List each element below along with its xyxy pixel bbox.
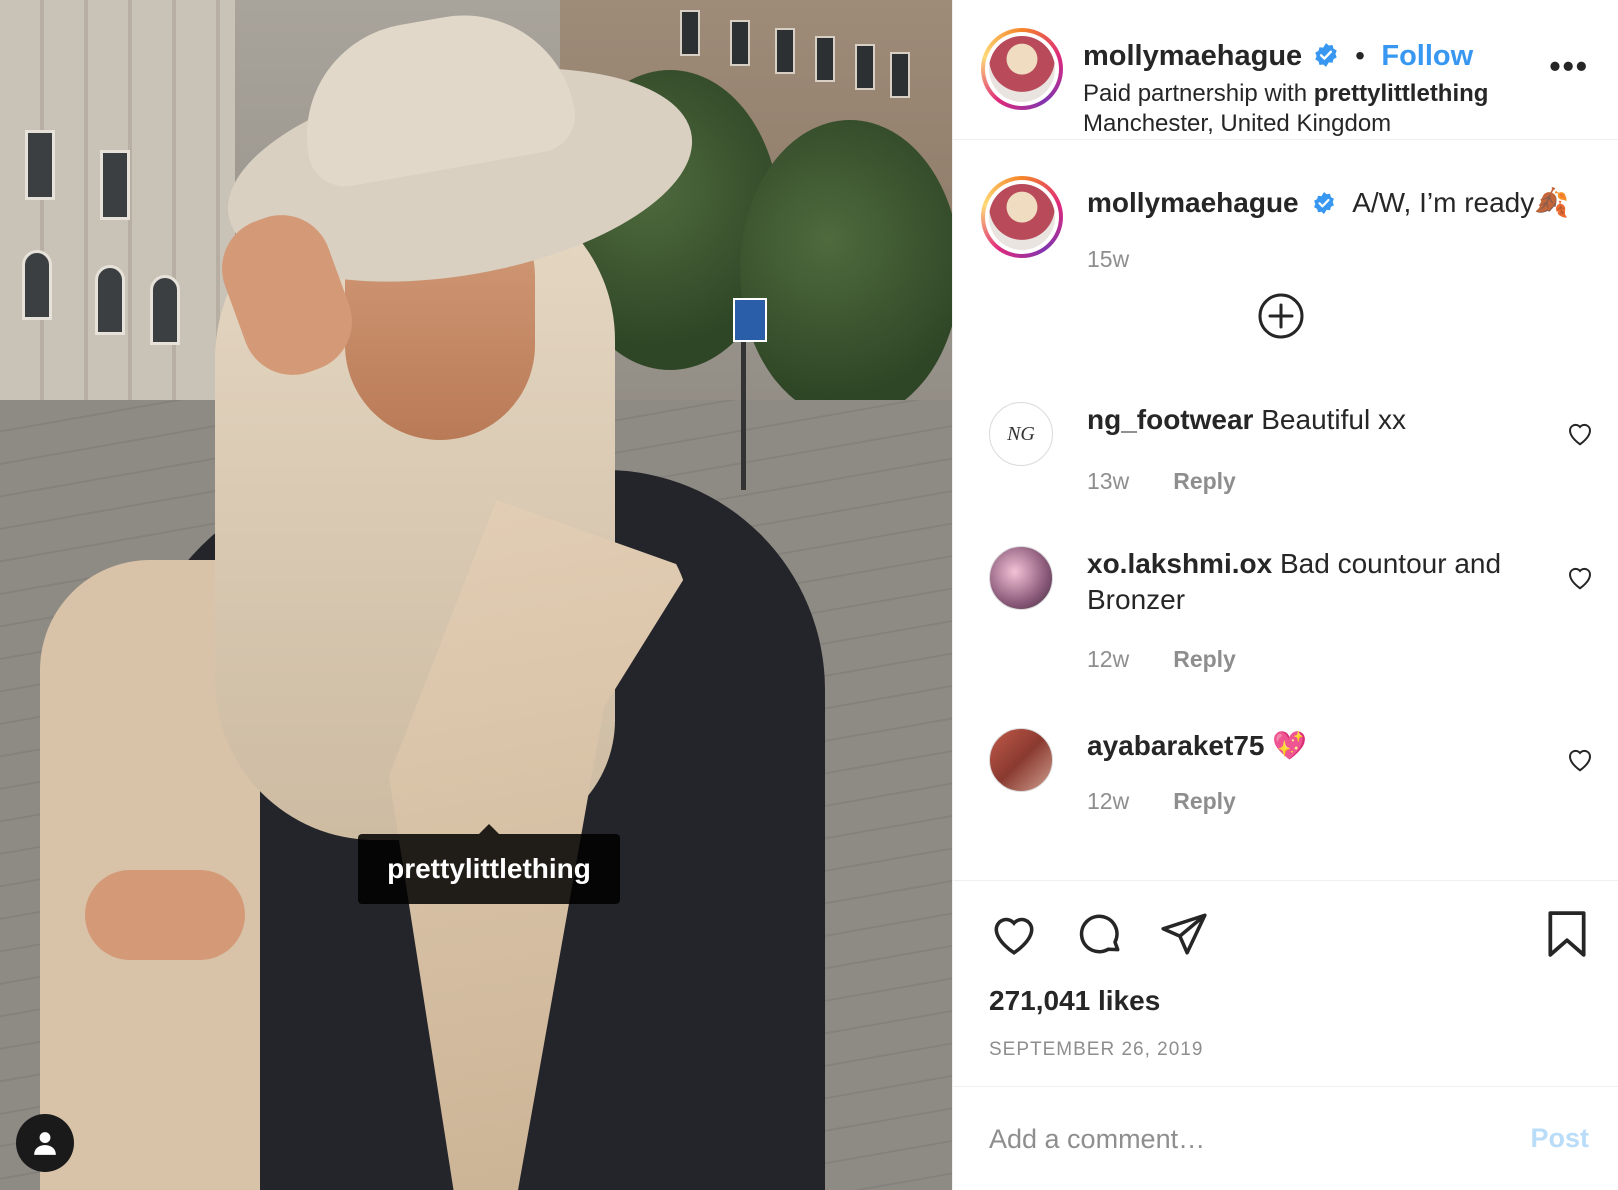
commenter-avatar[interactable] xyxy=(989,546,1053,610)
product-tag[interactable]: prettylittlething xyxy=(358,824,620,904)
sign-pole xyxy=(741,340,746,490)
comment-age: 12w xyxy=(1087,646,1130,672)
author-username[interactable]: mollymaehague xyxy=(1083,40,1302,72)
tree xyxy=(740,120,952,420)
verified-badge-icon xyxy=(1314,43,1337,67)
comment-username[interactable]: ng_footwear xyxy=(1087,404,1253,435)
reply-button[interactable]: Reply xyxy=(1173,788,1236,814)
comment-meta: 12w Reply xyxy=(1087,646,1236,673)
author-avatar[interactable] xyxy=(981,28,1063,110)
like-comment-heart-icon[interactable] xyxy=(1565,562,1595,592)
background-building-left xyxy=(0,0,235,400)
location-link[interactable]: Manchester, United Kingdom xyxy=(1083,110,1391,138)
tagged-users-button[interactable] xyxy=(16,1114,74,1172)
bookmark-icon[interactable] xyxy=(1545,909,1589,959)
load-more-comments-button[interactable] xyxy=(1257,292,1305,340)
comment-age: 13w xyxy=(1087,468,1130,494)
comment-text-line: ng_footwear Beautiful xx xyxy=(1087,402,1537,438)
comment-text: 💖 xyxy=(1272,730,1308,761)
caption-author-avatar[interactable] xyxy=(981,176,1063,258)
comment-username[interactable]: xo.lakshmi.ox xyxy=(1087,548,1272,579)
heart-icon[interactable] xyxy=(989,909,1039,959)
comment-text-line: ayabaraket75 💖 xyxy=(1087,728,1537,764)
comment-icon[interactable] xyxy=(1075,909,1125,959)
post-comment-button[interactable]: Post xyxy=(1530,1123,1589,1154)
street-sign xyxy=(733,298,767,342)
verified-badge-icon xyxy=(1314,192,1335,214)
like-comment-heart-icon[interactable] xyxy=(1565,744,1595,774)
product-tag-label: prettylittlething xyxy=(387,853,591,884)
hand xyxy=(85,870,245,960)
like-comment-heart-icon[interactable] xyxy=(1565,418,1595,448)
comment-text-line: xo.lakshmi.ox Bad countour and Bronzer xyxy=(1087,546,1537,618)
comment-input[interactable] xyxy=(989,1117,1469,1161)
share-icon[interactable] xyxy=(1159,909,1209,959)
post-date: SEPTEMBER 26, 2019 xyxy=(989,1039,1204,1060)
caption-text-line: mollymaehague A/W, I’m ready🍂 xyxy=(1087,186,1569,219)
caption-text: A/W, I’m ready🍂 xyxy=(1352,187,1570,218)
instagram-post-view: prettylittlething mollymaehague • Follow xyxy=(0,0,1618,1190)
reply-button[interactable]: Reply xyxy=(1173,468,1236,494)
plus-circle-icon xyxy=(1258,293,1304,339)
comment-username[interactable]: ayabaraket75 xyxy=(1087,730,1264,761)
post-header: mollymaehague • Follow Paid partnership … xyxy=(953,0,1618,140)
comment-meta: 13w Reply xyxy=(1087,468,1236,495)
more-options-icon[interactable]: ••• xyxy=(1549,48,1589,85)
caption-username[interactable]: mollymaehague xyxy=(1087,187,1299,218)
commenter-avatar[interactable] xyxy=(989,728,1053,792)
commenter-avatar[interactable]: NG xyxy=(989,402,1053,466)
comments-section: mollymaehague A/W, I’m ready🍂 15w NG ng_… xyxy=(953,140,1618,880)
comment-meta: 12w Reply xyxy=(1087,788,1236,815)
post-photo[interactable]: prettylittlething xyxy=(0,0,952,1190)
caption-age: 15w xyxy=(1087,246,1130,272)
header-separator: • xyxy=(1355,40,1365,71)
comment-text: Beautiful xx xyxy=(1261,404,1406,435)
partnership-prefix: Paid partnership with xyxy=(1083,80,1314,107)
add-comment-bar: Post xyxy=(953,1086,1618,1190)
post-actions: 271,041 likes SEPTEMBER 26, 2019 xyxy=(953,880,1618,1086)
paid-partnership-line: Paid partnership with prettylittlething xyxy=(1083,80,1488,108)
comment-age: 12w xyxy=(1087,788,1130,814)
reply-button[interactable]: Reply xyxy=(1173,646,1236,672)
likes-count[interactable]: 271,041 likes xyxy=(989,985,1160,1017)
follow-button[interactable]: Follow xyxy=(1381,40,1473,72)
post-side-panel: mollymaehague • Follow Paid partnership … xyxy=(952,0,1618,1190)
partner-link[interactable]: prettylittlething xyxy=(1314,80,1489,107)
user-icon xyxy=(34,1132,56,1155)
